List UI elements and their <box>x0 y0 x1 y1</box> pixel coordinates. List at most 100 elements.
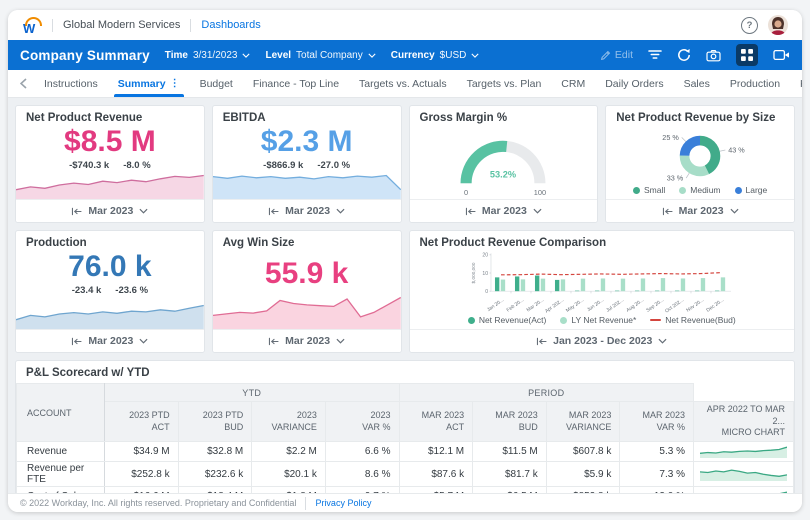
ebitda-sparkline <box>213 173 401 199</box>
filter-icon[interactable] <box>648 49 662 61</box>
column-header: MAR 2023VAR % <box>620 402 694 442</box>
currency-filter[interactable]: Currency $USD <box>391 50 480 61</box>
gross-margin-gauge: 53.2%0100 <box>428 126 578 198</box>
column-header: 2023 PTDBUD <box>178 402 252 442</box>
dashboard-toolbar: Company Summary Time 3/31/2023 Level Tot… <box>8 40 802 70</box>
legend-label: Net Revenue(Bud) <box>665 315 735 325</box>
tab-targets-vs-actuals[interactable]: Targets vs. Actuals <box>349 70 457 97</box>
micro-chart <box>700 445 787 458</box>
tab-bar: InstructionsSummary⋮BudgetFinance - Top … <box>8 70 802 98</box>
empty-group-header <box>694 384 794 402</box>
tab-targets-vs-plan[interactable]: Targets vs. Plan <box>457 70 552 97</box>
card-title: Net Product Revenue <box>16 106 204 124</box>
period-selector[interactable]: Mar 2023 <box>606 199 794 222</box>
tab-budget[interactable]: Budget <box>190 70 243 97</box>
svg-text:53.2%: 53.2% <box>490 169 516 179</box>
edit-button[interactable]: Edit <box>600 49 633 61</box>
currency-value: $USD <box>440 50 467 61</box>
period-selector[interactable]: Mar 2023 <box>16 199 204 222</box>
legend-label: Medium <box>690 185 720 195</box>
kpi-deltas: -$740.3 k -8.0 % <box>16 160 204 171</box>
period-selector[interactable]: Mar 2023 <box>410 199 598 222</box>
chevron-down-icon <box>139 208 148 214</box>
privacy-policy-link[interactable]: Privacy Policy <box>315 498 371 508</box>
timeline-icon <box>268 207 279 216</box>
dashboard-content: Net Product Revenue $8.5 M -$740.3 k -8.… <box>8 98 802 493</box>
micro-chart-cell <box>694 462 794 487</box>
timeline-icon <box>465 207 476 216</box>
timeline-icon <box>268 337 279 346</box>
card-title: Production <box>16 231 204 249</box>
kpi-deltas: -$866.9 k -27.0 % <box>213 160 401 171</box>
period-selector[interactable]: Mar 2023 <box>16 329 204 352</box>
tab-instructions[interactable]: Instructions <box>34 70 108 97</box>
card-avg-win-size: Avg Win Size 55.9 k Mar 2023 <box>212 230 402 353</box>
column-header: 2023VAR % <box>325 402 399 442</box>
video-icon[interactable] <box>773 49 790 61</box>
legend-label: LY Net Revenue* <box>571 315 636 325</box>
chevron-down-icon <box>533 208 542 214</box>
tab-summary[interactable]: Summary⋮ <box>108 70 190 97</box>
tab-sales[interactable]: Sales <box>674 70 720 97</box>
svg-text:43 %: 43 % <box>728 145 745 154</box>
time-filter[interactable]: Time 3/31/2023 <box>165 50 251 61</box>
svg-text:0: 0 <box>464 188 468 197</box>
card-title: Avg Win Size <box>213 231 401 249</box>
copyright-bar: © 2022 Workday, Inc. All rights reserved… <box>8 493 802 512</box>
brand-name[interactable]: Global Modern Services <box>63 19 180 31</box>
tab-crm[interactable]: CRM <box>551 70 595 97</box>
scorecard-body: Revenue$34.9 M$32.8 M$2.2 M6.6 %$12.1 M$… <box>17 442 794 493</box>
svg-text:Dec 20...: Dec 20... <box>705 297 725 313</box>
card-gross-margin: Gross Margin % 53.2%0100 Mar 2023 <box>409 105 599 223</box>
kpi-deltas: -23.4 k -23.6 % <box>16 285 204 296</box>
tab-scroll-left-icon[interactable] <box>12 70 34 97</box>
svg-text:Sep 20...: Sep 20... <box>645 297 665 313</box>
period-selector[interactable]: Jan 2023 - Dec 2023 <box>410 329 795 352</box>
kpi-value: 55.9 k <box>213 257 401 290</box>
svg-text:33 %: 33 % <box>667 173 684 182</box>
chevron-down-icon <box>730 208 739 214</box>
help-icon[interactable]: ? <box>741 17 758 34</box>
card-production: Production 76.0 k -23.4 k -23.6 % Mar 20… <box>15 230 205 353</box>
avatar[interactable] <box>768 15 788 35</box>
tab-daily-orders[interactable]: Daily Orders <box>595 70 673 97</box>
svg-text:20: 20 <box>482 253 488 259</box>
value-cell: $32.8 M <box>178 442 252 462</box>
value-cell: 7.3 % <box>620 462 694 487</box>
workday-logo-icon[interactable]: W <box>22 16 42 35</box>
legend-label: Net Revenue(Act) <box>479 315 547 325</box>
card-revenue-comparison: Net Product Revenue Comparison 01020$,00… <box>409 230 796 353</box>
delta-abs: -$740.3 k <box>69 160 109 171</box>
period-selector[interactable]: Mar 2023 <box>213 329 401 352</box>
dashboards-link[interactable]: Dashboards <box>201 19 260 31</box>
account-cell: Revenue <box>17 442 105 462</box>
tab-kpis[interactable]: KPIs <box>790 70 802 97</box>
card-title: EBITDA <box>213 106 401 124</box>
tab-menu-icon[interactable]: ⋮ <box>170 78 180 89</box>
tab-strip: InstructionsSummary⋮BudgetFinance - Top … <box>34 70 802 97</box>
account-cell: Revenue per FTE <box>17 462 105 487</box>
svg-text:Aug 20...: Aug 20... <box>625 297 645 313</box>
grid-view-icon[interactable] <box>736 44 758 66</box>
camera-icon[interactable] <box>706 49 721 62</box>
delta-pct: -23.6 % <box>115 285 148 296</box>
refresh-icon[interactable] <box>677 48 691 62</box>
svg-text:Mar 20...: Mar 20... <box>525 297 544 313</box>
level-filter[interactable]: Level Total Company <box>265 50 375 61</box>
value-cell: $81.7 k <box>473 462 547 487</box>
value-cell: $252.8 k <box>105 462 179 487</box>
svg-text:Nov 20...: Nov 20... <box>685 297 705 313</box>
card-title: Net Product Revenue Comparison <box>410 231 795 249</box>
legend-dot-large <box>735 187 742 194</box>
kpi-value: $2.3 M <box>213 125 401 158</box>
svg-text:Apr 202...: Apr 202... <box>544 297 565 313</box>
tab-finance-top-line[interactable]: Finance - Top Line <box>243 70 349 97</box>
page-title: Company Summary <box>20 48 150 63</box>
tab-production[interactable]: Production <box>720 70 790 97</box>
pencil-icon <box>600 50 611 61</box>
value-cell: $232.6 k <box>178 462 252 487</box>
value-cell: $5.9 k <box>546 462 620 487</box>
avatar-image <box>768 15 788 35</box>
period-selector[interactable]: Mar 2023 <box>213 199 401 222</box>
top-header: W Global Modern Services Dashboards ? <box>8 10 802 40</box>
